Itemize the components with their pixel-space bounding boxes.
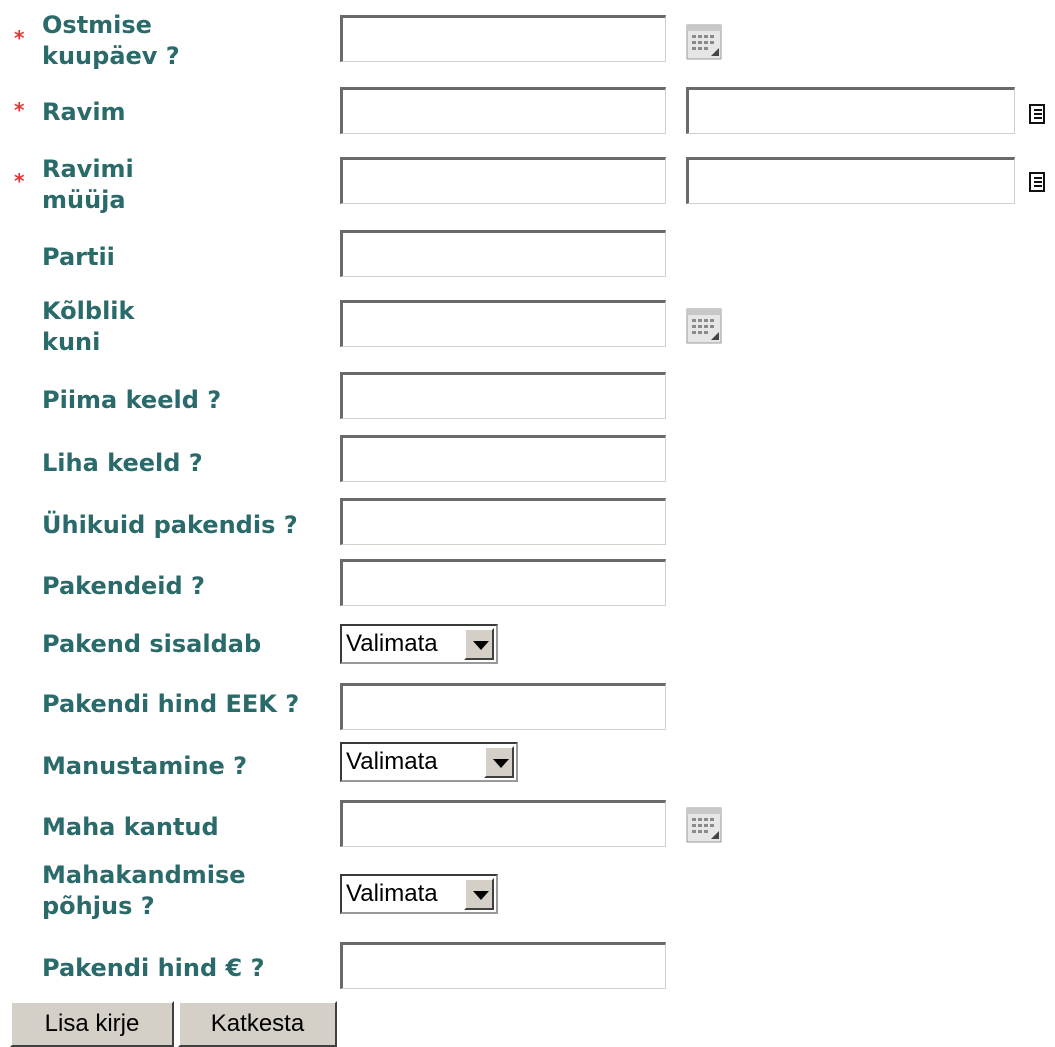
package-price-eek-label: Pakendi hind EEK ? — [42, 690, 300, 718]
meat-withdrawal-input[interactable] — [340, 435, 666, 482]
purchase-date-label: Ostmise kuupäev ? — [42, 11, 180, 70]
written-off-label: Maha kantud — [42, 813, 219, 841]
units-per-package-input[interactable] — [340, 498, 666, 545]
write-off-reason-select[interactable]: Valimata — [340, 874, 498, 914]
administration-label: Manustamine ? — [42, 752, 248, 780]
milk-withdrawal-label: Piima keeld ? — [42, 386, 222, 414]
required-marker: * — [14, 169, 25, 193]
written-off-date-input[interactable] — [340, 800, 666, 847]
packages-input[interactable] — [340, 559, 666, 606]
medicine-label: Ravim — [42, 98, 126, 126]
seller-name-input[interactable] — [686, 157, 1015, 204]
meat-withdrawal-label: Liha keeld ? — [42, 449, 203, 477]
chevron-down-icon[interactable] — [464, 878, 494, 910]
list-lookup-icon[interactable] — [1029, 172, 1045, 192]
calendar-icon[interactable] — [686, 24, 722, 60]
package-price-eek-input[interactable] — [340, 683, 666, 730]
packages-label: Pakendeid ? — [42, 572, 205, 600]
administration-select[interactable]: Valimata — [340, 742, 518, 782]
chevron-down-icon[interactable] — [484, 746, 514, 778]
medicine-code-input[interactable] — [340, 87, 666, 134]
required-marker: * — [14, 26, 25, 50]
required-marker: * — [14, 98, 25, 122]
list-lookup-icon[interactable] — [1029, 104, 1045, 124]
chevron-down-icon[interactable] — [464, 628, 494, 660]
add-record-button[interactable]: Lisa kirje — [10, 1001, 174, 1047]
batch-input[interactable] — [340, 230, 666, 277]
milk-withdrawal-input[interactable] — [340, 372, 666, 419]
cancel-button[interactable]: Katkesta — [178, 1001, 337, 1047]
calendar-icon[interactable] — [686, 807, 722, 843]
calendar-icon[interactable] — [686, 308, 722, 344]
medicine-name-input[interactable] — [686, 87, 1015, 134]
medicine-seller-label: Ravimi müüja — [42, 155, 134, 214]
purchase-date-input[interactable] — [340, 15, 666, 62]
expiry-date-input[interactable] — [340, 300, 666, 347]
units-per-package-label: Ühikuid pakendis ? — [42, 511, 298, 539]
package-contains-select[interactable]: Valimata — [340, 624, 498, 664]
batch-label: Partii — [42, 243, 115, 271]
seller-code-input[interactable] — [340, 157, 666, 204]
package-price-eur-input[interactable] — [340, 942, 666, 989]
package-contains-label: Pakend sisaldab — [42, 630, 262, 658]
expiry-label: Kõlblik kuni — [42, 297, 135, 356]
write-off-reason-label: Mahakandmise põhjus ? — [42, 861, 246, 920]
package-price-eur-label: Pakendi hind € ? — [42, 954, 265, 982]
